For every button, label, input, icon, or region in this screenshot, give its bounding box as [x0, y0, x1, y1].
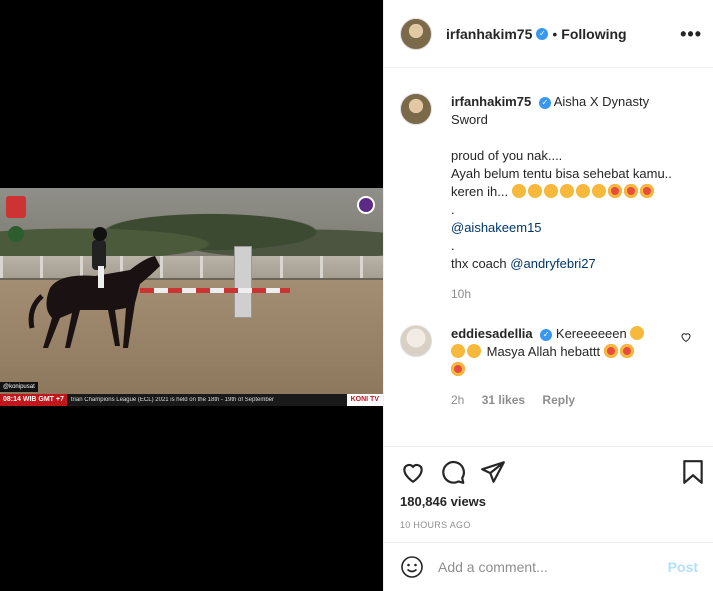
koni-logo-icon: [6, 196, 26, 218]
heart-eyes-emoji: [603, 344, 618, 358]
video-social-handle: @konipusat: [0, 382, 38, 392]
post-timestamp[interactable]: 10 HOURS AGO: [400, 520, 471, 530]
caption-text-0: Aisha X Dynasty: [553, 94, 650, 109]
caption-mention-andryfebri27[interactable]: @andryfebri27: [510, 256, 595, 271]
add-comment-bar: Post: [384, 542, 713, 591]
like-heart-icon[interactable]: [400, 459, 426, 485]
add-comment-input[interactable]: [438, 559, 668, 575]
caption-text-4: Ayah belum tentu bisa sehebat kamu..: [451, 166, 672, 181]
caption-text-8: .: [451, 238, 455, 253]
caption-text-1: Sword: [451, 112, 488, 127]
ticker-brand: KONI TV: [346, 394, 383, 406]
heart-eyes-emoji: [451, 362, 465, 376]
author-username[interactable]: irfanhakim75: [446, 26, 532, 42]
video-player[interactable]: @konipusat 08:14 WIB GMT +7 trian Champi…: [0, 188, 383, 406]
post-comment-button[interactable]: Post: [668, 559, 698, 575]
caption-meta: 10h: [451, 285, 700, 303]
comments-list[interactable]: irfanhakim75 ✓ Aisha X Dynasty Sword pro…: [384, 69, 713, 445]
comment-item: eddiesadellia ✓ Kereeeeeen Masya Allah h…: [400, 325, 700, 409]
horse-and-rider-image: [28, 227, 160, 348]
like-comment-heart-icon[interactable]: [680, 331, 692, 343]
author-avatar[interactable]: [400, 17, 432, 50]
more-options-icon[interactable]: •••: [680, 24, 702, 45]
comment-time[interactable]: 2h: [451, 393, 464, 407]
comment-meta: 2h 31 likes Reply: [451, 391, 674, 409]
clap-emojis: [511, 184, 656, 199]
caption-text-3: proud of you nak....: [451, 148, 563, 163]
clap-emoji: [451, 344, 465, 358]
channel-logo-icon: [357, 196, 375, 214]
federation-logo-icon: [8, 226, 24, 242]
clap-emoji: [467, 344, 481, 358]
post-side-panel: irfanhakim75 ✓ • Following ••• irfanhaki…: [383, 0, 713, 591]
commenter-avatar[interactable]: [400, 325, 432, 357]
ticker-text: trian Champions League (ECL) 2021 is hel…: [70, 397, 275, 403]
heart-eyes-emoji: [619, 344, 634, 358]
comment-text-2: Masya Allah hebattt: [486, 344, 601, 359]
caption-time[interactable]: 10h: [451, 287, 471, 301]
separator-dot: •: [552, 25, 558, 42]
ticker-time: 08:14 WIB GMT +7: [0, 394, 67, 406]
verified-badge-icon: ✓: [536, 27, 549, 40]
jump-pole: [234, 246, 252, 318]
view-count[interactable]: 180,846 views: [400, 494, 486, 509]
comment-bubble-icon[interactable]: [440, 459, 466, 485]
caption-author-avatar[interactable]: [400, 93, 432, 125]
comment-reply-button[interactable]: Reply: [542, 393, 575, 407]
caption-text-6: .: [451, 202, 455, 217]
post-header: irfanhakim75 ✓ • Following •••: [384, 0, 713, 68]
following-button[interactable]: Following: [561, 26, 626, 42]
verified-badge-icon: ✓: [538, 96, 551, 109]
share-direct-icon[interactable]: [480, 459, 506, 485]
caption-text-9: thx coach: [451, 256, 507, 271]
clap-emoji: [630, 326, 645, 340]
post-media[interactable]: @konipusat 08:14 WIB GMT +7 trian Champi…: [0, 0, 383, 591]
video-ticker: 08:14 WIB GMT +7 trian Champions League …: [0, 394, 383, 406]
verified-badge-icon: ✓: [540, 328, 553, 341]
caption-mention-aishakeem15[interactable]: @aishakeem15: [451, 219, 700, 237]
emoji-picker-icon[interactable]: [400, 555, 424, 579]
caption: irfanhakim75 ✓ Aisha X Dynasty Sword pro…: [400, 93, 700, 303]
commenter-username[interactable]: eddiesadellia: [451, 326, 533, 341]
bookmark-save-icon[interactable]: [680, 459, 706, 485]
caption-username[interactable]: irfanhakim75: [451, 94, 531, 109]
comment-text-1: Kereeeeeen: [555, 326, 627, 341]
comment-likes[interactable]: 31 likes: [482, 393, 525, 407]
caption-text-5: keren ih...: [451, 184, 509, 199]
post-actions: 180,846 views 10 HOURS AGO: [384, 446, 713, 530]
